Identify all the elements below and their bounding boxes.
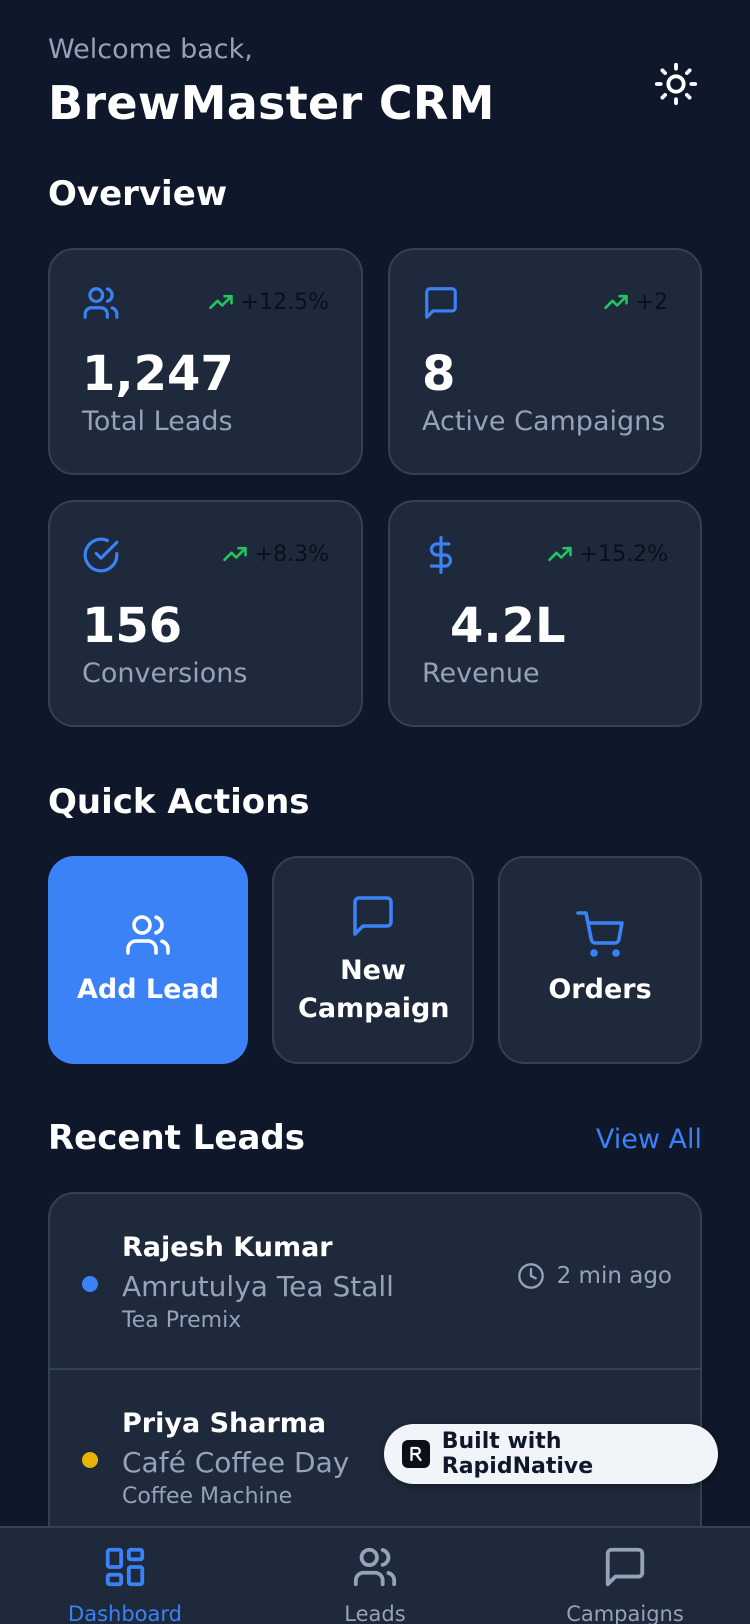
action-label: Add Lead xyxy=(76,974,219,1005)
rapidnative-logo-icon xyxy=(402,1440,430,1468)
overview-title: Overview xyxy=(48,174,228,214)
lead-company: Café Coffee Day xyxy=(122,1446,350,1479)
welcome-text: Welcome back, xyxy=(48,34,253,65)
view-all-link[interactable]: View All xyxy=(596,1124,702,1155)
cart-icon xyxy=(576,911,624,957)
stat-card-total-leads[interactable]: +12.5% 1,247 Total Leads xyxy=(48,248,363,475)
trend-value: +8.3% xyxy=(254,541,329,567)
trend-value: +12.5% xyxy=(240,289,329,315)
action-label: New Campaign xyxy=(298,955,450,1024)
nav-label: Dashboard xyxy=(68,1602,182,1624)
trending-up-icon xyxy=(208,294,233,310)
nav-item-dashboard[interactable]: Dashboard xyxy=(35,1544,215,1624)
theme-toggle-button[interactable] xyxy=(652,60,700,108)
time-text: 2 min ago xyxy=(556,1263,672,1289)
users-icon xyxy=(126,915,170,955)
message-icon xyxy=(353,896,393,936)
trending-up-icon xyxy=(603,294,628,310)
status-dot xyxy=(82,1276,98,1292)
new-campaign-button[interactable]: New Campaign xyxy=(272,856,474,1064)
trend-indicator: +8.3% xyxy=(221,540,329,568)
stat-value: 8 xyxy=(422,346,456,402)
message-icon xyxy=(605,1547,645,1587)
nav-item-campaigns[interactable]: Campaigns xyxy=(535,1544,715,1624)
trend-value: +15.2% xyxy=(579,541,668,567)
trend-indicator: +2 xyxy=(602,288,668,316)
built-with-badge[interactable]: Built with RapidNative xyxy=(384,1424,718,1484)
quick-actions-title: Quick Actions xyxy=(48,782,310,822)
lead-product: Coffee Machine xyxy=(122,1484,293,1509)
stat-value: 1,247 xyxy=(82,346,234,402)
add-lead-button[interactable]: Add Lead xyxy=(48,856,248,1064)
lead-company: Amrutulya Tea Stall xyxy=(122,1270,394,1303)
stat-value: 156 xyxy=(82,598,183,654)
dashboard-icon xyxy=(105,1547,145,1587)
check-circle-icon xyxy=(83,537,119,573)
stat-label: Conversions xyxy=(82,658,248,689)
stat-label: Total Leads xyxy=(82,406,233,437)
stat-card-active-campaigns[interactable]: +2 8 Active Campaigns xyxy=(388,248,702,475)
trend-indicator: +12.5% xyxy=(207,288,329,316)
dollar-icon xyxy=(429,536,452,574)
trending-up-icon xyxy=(547,546,572,562)
lead-time: 2 min ago xyxy=(517,1262,672,1290)
nav-label: Leads xyxy=(344,1602,406,1624)
stat-card-revenue[interactable]: +15.2% 4.2L Revenue xyxy=(388,500,702,727)
trend-value: +2 xyxy=(635,289,668,315)
users-icon xyxy=(83,287,119,319)
lead-name: Rajesh Kumar xyxy=(122,1232,333,1263)
status-dot xyxy=(82,1452,98,1468)
bottom-nav: Dashboard Leads Campaigns xyxy=(0,1526,750,1624)
recent-leads-title: Recent Leads xyxy=(48,1118,305,1158)
users-icon xyxy=(353,1547,397,1587)
stat-label: Active Campaigns xyxy=(422,406,666,437)
orders-button[interactable]: Orders xyxy=(498,856,702,1064)
nav-item-leads[interactable]: Leads xyxy=(285,1544,465,1624)
badge-text: Built with RapidNative xyxy=(441,1429,594,1479)
message-icon xyxy=(425,287,457,319)
stat-value: 4.2L xyxy=(450,598,566,654)
sun-icon xyxy=(654,62,698,106)
trend-indicator: +15.2% xyxy=(546,540,668,568)
nav-label: Campaigns xyxy=(566,1602,684,1624)
action-label: Orders xyxy=(548,974,652,1005)
trending-up-icon xyxy=(222,546,247,562)
clock-icon xyxy=(517,1263,544,1289)
dashboard-screen: Welcome back, BrewMaster CRM Overview +1… xyxy=(0,0,750,1624)
stat-card-conversions[interactable]: +8.3% 156 Conversions xyxy=(48,500,363,727)
list-item[interactable]: Rajesh Kumar Amrutulya Tea Stall Tea Pre… xyxy=(50,1194,700,1370)
stat-label: Revenue xyxy=(422,658,540,689)
lead-product: Tea Premix xyxy=(122,1308,242,1333)
page-title: BrewMaster CRM xyxy=(48,76,495,130)
lead-name: Priya Sharma xyxy=(122,1408,327,1439)
